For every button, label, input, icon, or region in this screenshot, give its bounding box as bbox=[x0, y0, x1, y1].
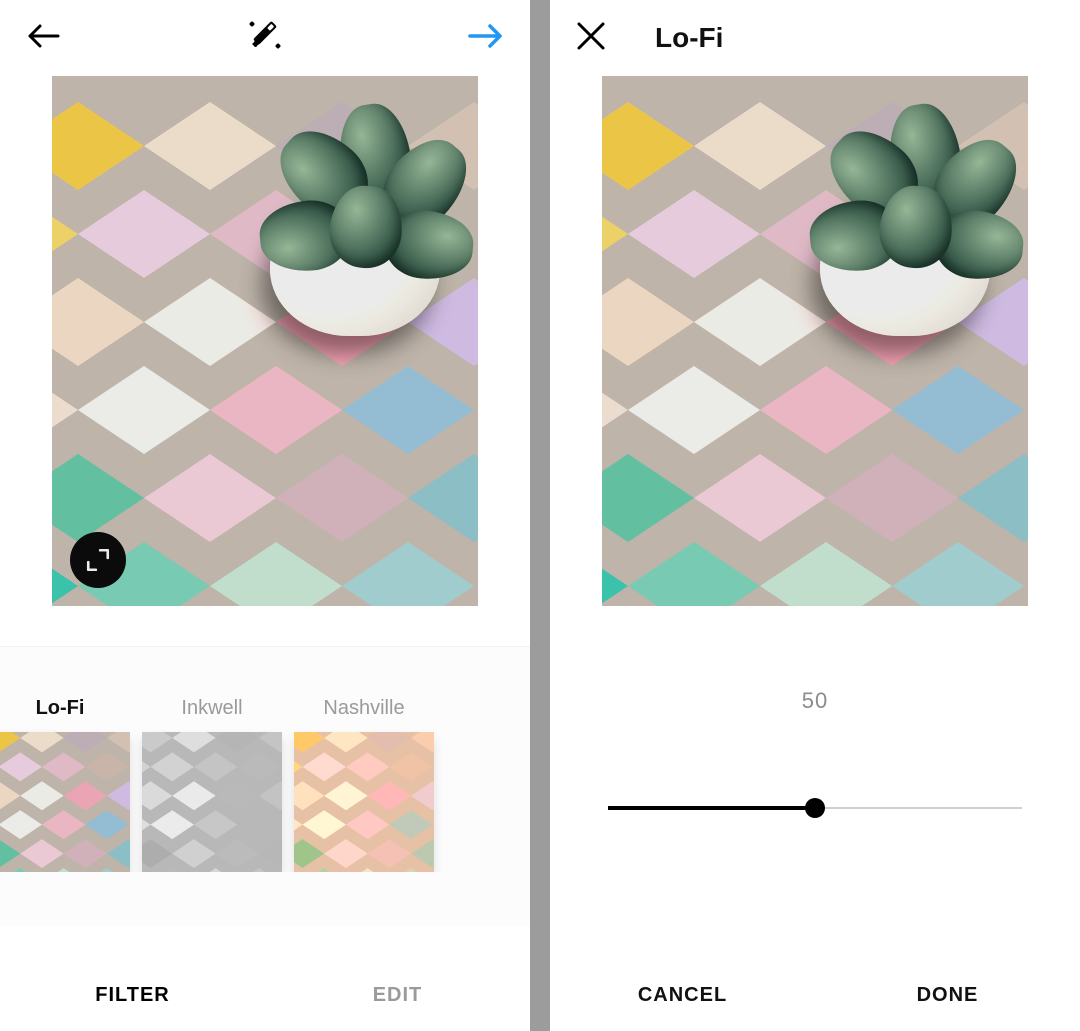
filter-option-inkwell[interactable]: Inkwell bbox=[142, 697, 282, 872]
back-button[interactable] bbox=[24, 21, 64, 56]
next-button[interactable] bbox=[466, 21, 506, 56]
expand-icon bbox=[85, 547, 111, 573]
intensity-slider[interactable] bbox=[608, 796, 1022, 820]
next-arrow-icon bbox=[466, 21, 506, 51]
expand-button[interactable] bbox=[70, 532, 126, 588]
close-button[interactable] bbox=[574, 19, 608, 58]
action-bar: CANCEL DONE bbox=[550, 959, 1080, 1031]
main-photo-preview[interactable] bbox=[52, 76, 478, 606]
topbar-left bbox=[0, 0, 530, 76]
filter-carousel[interactable]: WillowLo-FiInkwellNashville bbox=[0, 646, 530, 926]
back-arrow-icon bbox=[24, 21, 64, 51]
topbar-right: Lo-Fi bbox=[550, 0, 1080, 76]
filter-thumbnail bbox=[142, 732, 282, 872]
done-button[interactable]: DONE bbox=[815, 959, 1080, 1031]
main-photo-preview-right[interactable] bbox=[602, 76, 1028, 606]
intensity-value-label: 50 bbox=[802, 688, 828, 714]
filter-label: Inkwell bbox=[142, 697, 282, 720]
filter-title: Lo-Fi bbox=[655, 22, 723, 54]
magic-wand-icon bbox=[245, 16, 285, 56]
filter-thumbnail bbox=[294, 732, 434, 872]
filter-thumbnail bbox=[0, 732, 130, 872]
preview-area-right bbox=[550, 76, 1080, 606]
filter-label: Nashville bbox=[294, 697, 434, 720]
cancel-button[interactable]: CANCEL bbox=[550, 959, 815, 1031]
pane-divider bbox=[530, 0, 550, 1031]
filter-option-lo-fi[interactable]: Lo-Fi bbox=[0, 697, 130, 872]
bottom-tabs: FILTER EDIT bbox=[0, 959, 530, 1031]
tab-filter[interactable]: FILTER bbox=[0, 959, 265, 1031]
tab-edit[interactable]: EDIT bbox=[265, 959, 530, 1031]
auto-enhance-button[interactable] bbox=[245, 16, 285, 61]
preview-area bbox=[0, 76, 530, 606]
filter-select-screen: WillowLo-FiInkwellNashville FILTER EDIT bbox=[0, 0, 530, 1031]
filter-option-nashville[interactable]: Nashville bbox=[294, 697, 434, 872]
slider-knob[interactable] bbox=[805, 798, 825, 818]
filter-label: Lo-Fi bbox=[0, 697, 130, 720]
close-icon bbox=[574, 19, 608, 53]
filter-intensity-screen: Lo-Fi 50 CANCEL DONE bbox=[550, 0, 1080, 1031]
